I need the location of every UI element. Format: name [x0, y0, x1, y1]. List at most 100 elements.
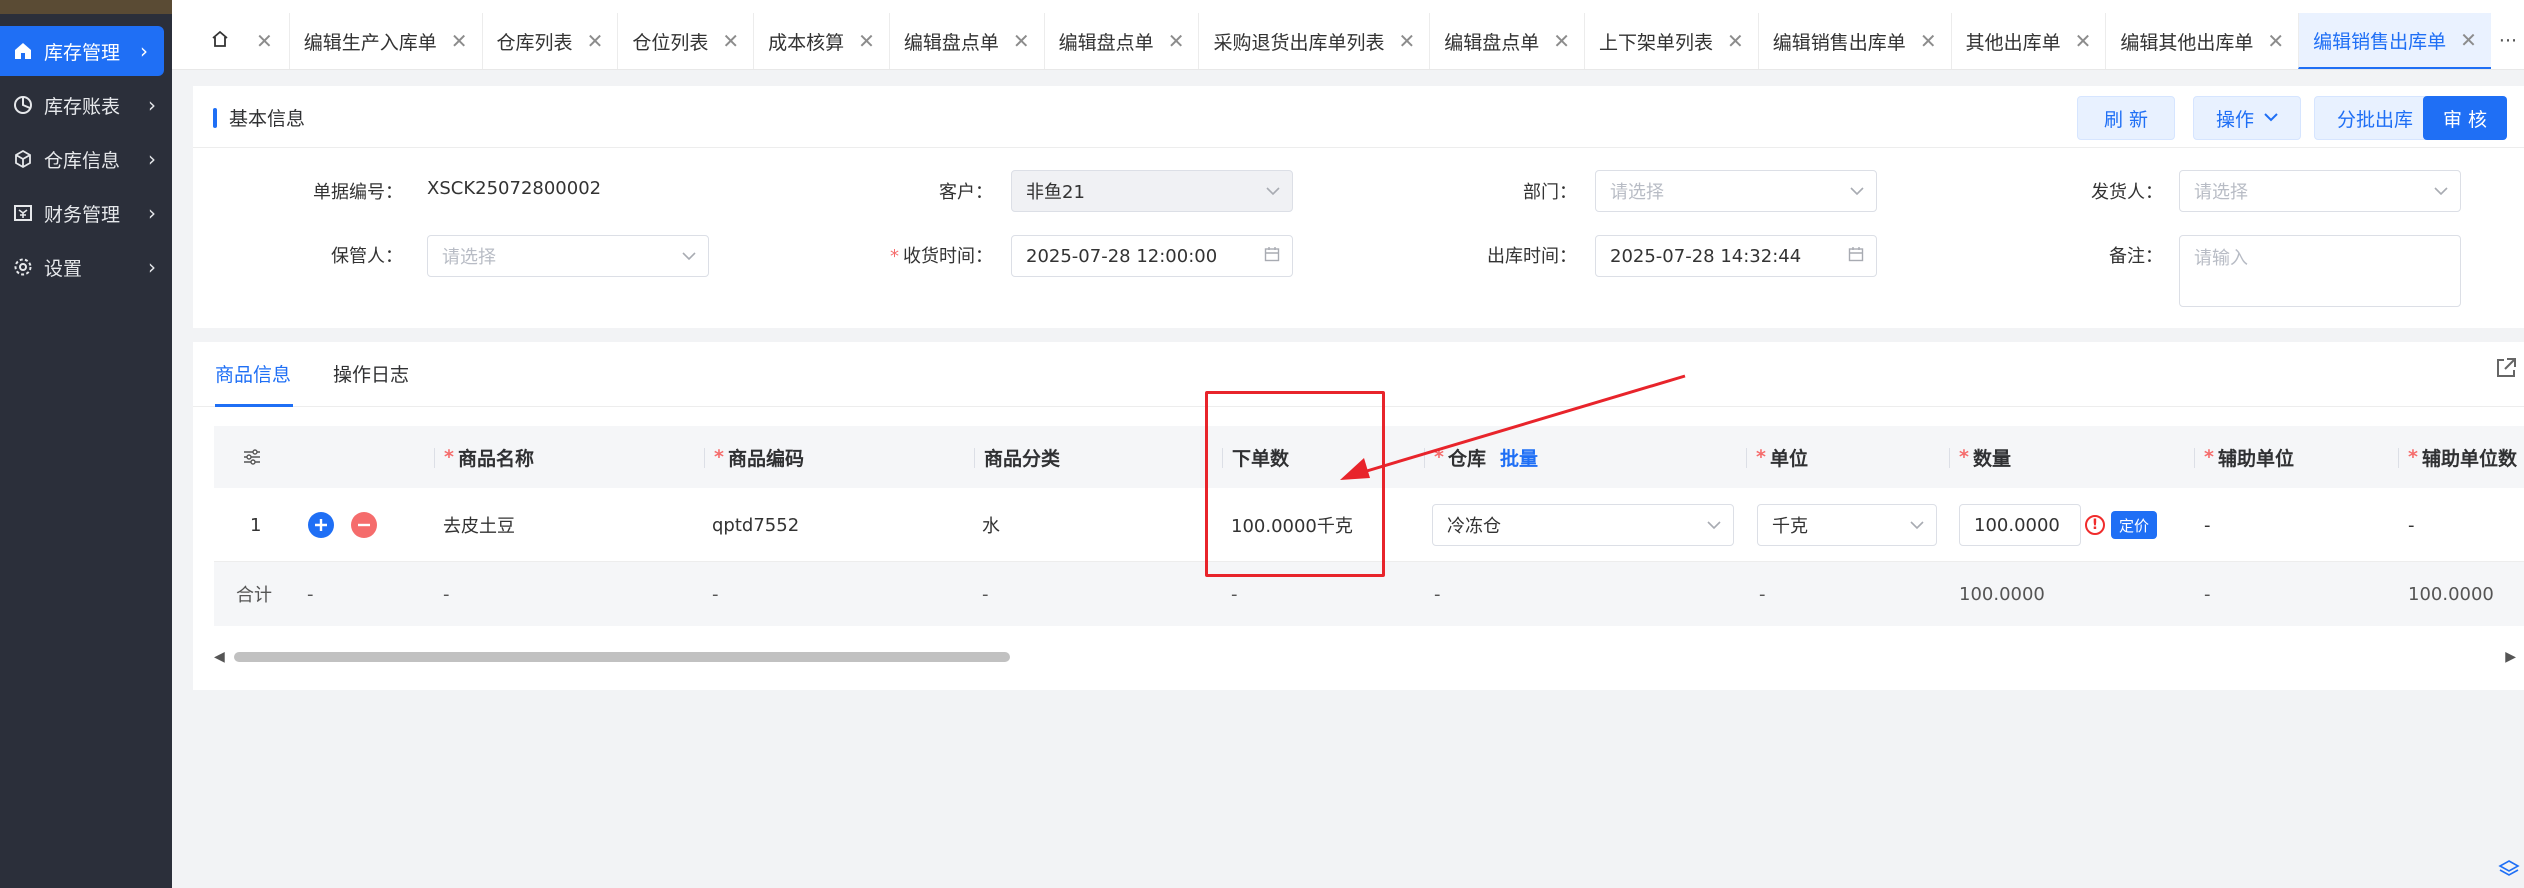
tab-item[interactable]: 仓位列表 ✕	[617, 13, 753, 69]
logo	[0, 0, 172, 14]
horizontal-scrollbar[interactable]: ◀ ▶	[214, 648, 2524, 665]
remove-row-button[interactable]	[351, 512, 377, 538]
column-separator	[1949, 448, 1950, 468]
shipper-select[interactable]: 请选择	[2179, 170, 2461, 212]
keeper-placeholder: 请选择	[442, 247, 496, 268]
tab-label: 编辑其他出库单	[2120, 31, 2254, 54]
price-button[interactable]: 定价	[2111, 511, 2158, 539]
tab-item[interactable]: 编辑其他出库单 ✕	[2105, 13, 2298, 69]
department-select[interactable]: 请选择	[1595, 170, 1877, 212]
tab-goods-info[interactable]: 商品信息	[215, 360, 291, 387]
close-icon[interactable]: ✕	[2075, 29, 2092, 53]
column-separator	[1746, 448, 1747, 468]
scroll-left-icon[interactable]: ◀	[214, 649, 225, 665]
close-icon[interactable]: ✕	[858, 29, 875, 53]
column-header-aux-unit-qty: * 辅助单位数	[2398, 426, 2517, 488]
scrollbar-thumb[interactable]	[234, 652, 1010, 662]
close-icon[interactable]: ✕	[2267, 29, 2284, 53]
tab-item[interactable]: 编辑盘点单 ✕	[1429, 13, 1584, 69]
batch-out-button[interactable]: 分批出库	[2314, 96, 2436, 140]
receive-time-value: 2025-07-28 12:00:00	[1026, 245, 1218, 267]
column-separator	[434, 448, 435, 468]
tab-label: 编辑盘点单	[903, 31, 999, 54]
close-icon[interactable]: ✕	[1553, 29, 1570, 53]
tab-item[interactable]: 仓库列表 ✕	[481, 13, 618, 69]
tab-item-active[interactable]: 编辑销售出库单 ✕	[2298, 13, 2491, 69]
sidebar-item-label: 库存管理	[44, 41, 121, 64]
shipper-placeholder: 请选择	[2194, 182, 2248, 203]
total-cell: -	[982, 583, 989, 605]
chevron-right-icon: ›	[148, 255, 156, 279]
receive-time-picker[interactable]: 2025-07-28 12:00:00	[1011, 235, 1293, 277]
keeper-select[interactable]: 请选择	[427, 235, 709, 277]
sidebar-item-inventory-management[interactable]: 库存管理 ›	[0, 26, 164, 76]
column-settings-icon[interactable]	[242, 426, 262, 488]
sidebar-item-finance[interactable]: 财务管理 ›	[0, 188, 172, 238]
active-tab-indicator	[215, 404, 293, 407]
sidebar-item-settings[interactable]: 设置 ›	[0, 242, 172, 292]
scroll-right-icon[interactable]: ▶	[2505, 649, 2516, 665]
required-mark: *	[1959, 446, 1969, 468]
close-icon[interactable]: ✕	[1727, 29, 1744, 53]
tab-operation-log[interactable]: 操作日志	[333, 360, 409, 387]
close-icon[interactable]: ✕	[722, 29, 739, 53]
tab-label: 编辑销售出库单	[1772, 31, 1906, 54]
close-icon[interactable]: ✕	[1398, 29, 1415, 53]
sidebar-item-label: 仓库信息	[44, 149, 121, 172]
close-icon[interactable]: ✕	[587, 29, 604, 53]
tab-item[interactable]: 编辑盘点单 ✕	[1043, 13, 1199, 69]
warehouse-select[interactable]: 冷冻仓	[1432, 504, 1734, 546]
sidebar-item-label: 财务管理	[44, 203, 121, 226]
layers-icon[interactable]	[2498, 858, 2520, 880]
tab-label: 上下架单列表	[1599, 31, 1714, 54]
tab-home[interactable]: ✕	[172, 13, 289, 69]
close-icon[interactable]: ✕	[256, 29, 273, 53]
cell-aux-unit-qty: -	[2408, 514, 2415, 536]
keeper-label: 保管人：	[331, 246, 403, 267]
warning-icon: !	[2085, 515, 2105, 535]
out-time-picker[interactable]: 2025-07-28 14:32:44	[1595, 235, 1877, 277]
remark-textarea[interactable]: 请输入	[2179, 235, 2461, 307]
chevron-right-icon: ›	[148, 147, 156, 171]
total-cell: -	[1434, 583, 1441, 605]
tabs-more-button[interactable]: ···	[2491, 13, 2524, 69]
tab-item[interactable]: 编辑生产入库单 ✕	[288, 13, 482, 69]
column-header-code: * 商品编码	[704, 426, 804, 488]
column-header-unit: * 单位	[1746, 426, 1808, 488]
tab-item[interactable]: 成本核算 ✕	[753, 13, 889, 69]
tab-item[interactable]: 编辑盘点单 ✕	[888, 13, 1044, 69]
column-header-text: 数量	[1972, 447, 2011, 470]
annotation-arrow-icon	[1340, 374, 1686, 480]
column-header-aux-unit: * 辅助单位	[2194, 426, 2294, 488]
external-link-icon[interactable]	[2494, 356, 2520, 382]
required-mark: *	[2408, 446, 2418, 468]
department-label: 部门：	[1523, 182, 1577, 203]
customer-select[interactable]: 非鱼21	[1011, 170, 1293, 212]
tab-item[interactable]: 上下架单列表 ✕	[1584, 13, 1758, 69]
close-icon[interactable]: ✕	[1168, 29, 1185, 53]
refresh-button[interactable]: 刷 新	[2077, 96, 2175, 140]
close-icon[interactable]: ✕	[2460, 28, 2477, 52]
close-icon[interactable]: ✕	[451, 29, 468, 53]
tab-item[interactable]: 编辑销售出库单 ✕	[1757, 13, 1951, 69]
tab-item[interactable]: 采购退货出库单列表 ✕	[1198, 13, 1429, 69]
sidebar-item-inventory-report[interactable]: 库存账表 ›	[0, 80, 172, 130]
unit-select[interactable]: 千克	[1757, 504, 1937, 546]
total-cell: -	[1759, 583, 1766, 605]
total-aux-qty: 100.0000	[2408, 583, 2494, 605]
close-icon[interactable]: ✕	[1013, 29, 1030, 53]
qty-input[interactable]: 100.0000	[1959, 504, 2081, 546]
receive-time-label-text: 收货时间：	[903, 246, 993, 267]
column-separator	[974, 448, 975, 468]
tab-item[interactable]: 其他出库单 ✕	[1950, 13, 2106, 69]
operate-dropdown-button[interactable]: 操作	[2193, 96, 2301, 140]
close-icon[interactable]: ✕	[1920, 29, 1937, 53]
approve-button[interactable]: 审 核	[2423, 96, 2507, 140]
title-bar	[213, 107, 217, 128]
out-time-label: 出库时间：	[1487, 246, 1577, 267]
cell-category: 水	[982, 516, 1000, 537]
add-row-button[interactable]	[308, 512, 334, 538]
required-mark: *	[890, 246, 899, 267]
sidebar-item-warehouse-info[interactable]: 仓库信息 ›	[0, 134, 172, 184]
chevron-down-icon	[1707, 515, 1721, 534]
